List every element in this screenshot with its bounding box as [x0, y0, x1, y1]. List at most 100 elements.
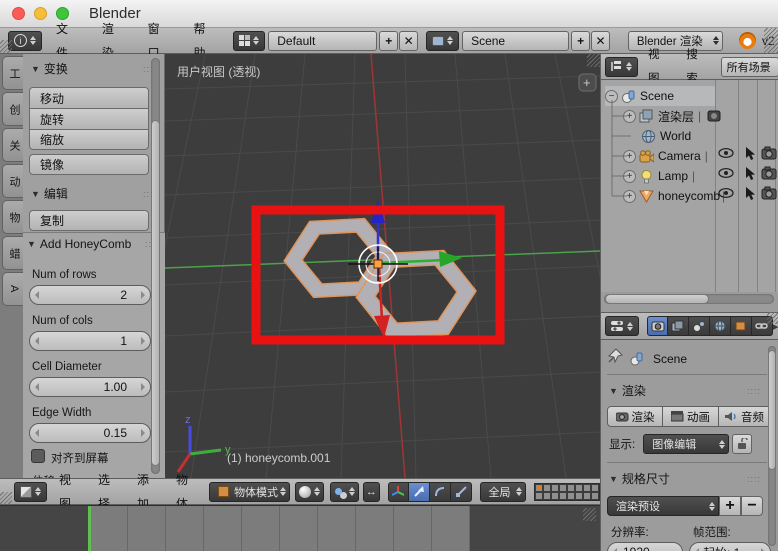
mirror-button[interactable]: 镜像 — [29, 154, 149, 175]
minimize-window-button[interactable] — [34, 7, 47, 20]
panel-drag-dots[interactable]: :::: — [747, 474, 761, 484]
outliner-item-lamp[interactable]: + Lamp | — [623, 166, 695, 186]
slider-right-arrow-icon[interactable] — [141, 429, 145, 437]
properties-scrollbar-thumb[interactable] — [768, 350, 776, 470]
tab-animation[interactable]: 动 — [2, 164, 23, 198]
add-layout-button[interactable]: + — [379, 30, 399, 51]
tab-world[interactable] — [710, 316, 731, 336]
layer-cell-active[interactable] — [534, 483, 543, 492]
panel-header-edit[interactable]: ▼ 编辑 :::: — [31, 185, 157, 202]
display-mode-dropdown[interactable]: 图像编辑 — [643, 434, 730, 454]
corner-resize-handle[interactable] — [767, 312, 778, 324]
timeline-playhead[interactable] — [88, 506, 91, 551]
select-toggle-cursor-icon[interactable] — [743, 146, 757, 166]
tab-object[interactable] — [731, 316, 752, 336]
hide-toggle-eye-icon[interactable] — [717, 167, 735, 184]
viewport-canvas[interactable]: z y 用户视图 (透视) (1) honeycomb.001 + — [165, 54, 600, 478]
tab-relations[interactable]: 关 — [2, 128, 23, 162]
panel-header-transform[interactable]: ▼ 变换 :::: — [31, 60, 157, 77]
timeline-frame-range[interactable] — [90, 506, 470, 551]
tab-create[interactable]: 创 — [2, 92, 23, 126]
outliner-item-honeycomb[interactable]: + honeycomb | — [623, 186, 725, 206]
scene-selector[interactable] — [426, 30, 460, 51]
render-still-button[interactable]: 渲染 — [607, 406, 663, 427]
close-window-button[interactable] — [12, 7, 25, 20]
num-rows-slider[interactable]: 2 — [29, 285, 151, 305]
tab-render-layers[interactable] — [668, 316, 689, 336]
add-scene-button[interactable]: + — [571, 30, 591, 51]
corner-resize-handle[interactable] — [587, 54, 600, 67]
hide-toggle-eye-icon[interactable] — [717, 187, 735, 204]
tab-addons[interactable]: A — [2, 272, 23, 306]
corner-resize-handle[interactable] — [764, 28, 778, 54]
manipulator-axis-toggle[interactable] — [387, 481, 409, 502]
cell-diameter-slider[interactable]: 1.00 — [29, 377, 151, 397]
panel-drag-dots[interactable]: :::: — [747, 386, 761, 396]
panel-header-add-honeycomb[interactable]: ▼ Add HoneyComb :::: — [27, 237, 159, 251]
mode-dropdown[interactable]: 物体模式 — [209, 481, 291, 502]
edge-width-slider[interactable]: 0.15 — [29, 423, 151, 443]
manipulator-scale-toggle[interactable] — [450, 481, 472, 502]
num-cols-slider[interactable]: 1 — [29, 331, 151, 351]
outliner-item-world[interactable]: World — [641, 126, 691, 146]
resolution-x-slider[interactable]: 1920 — [607, 542, 683, 551]
outliner-hscrollbar-thumb[interactable] — [605, 294, 709, 304]
delete-scene-button[interactable]: ✕ — [591, 30, 610, 51]
panel-header-render[interactable]: ▼ 渲染 :::: — [609, 382, 761, 399]
render-result-icon[interactable] — [707, 109, 722, 124]
scene-name-field[interactable]: Scene — [462, 30, 570, 51]
slider-right-arrow-icon[interactable] — [141, 383, 145, 391]
outliner-item-camera[interactable]: + Camera | — [623, 146, 708, 166]
render-toggle-camera-icon[interactable] — [761, 186, 778, 205]
frame-start-slider[interactable]: 起始: 1 — [689, 542, 771, 551]
outliner-display-filter[interactable]: 所有场景 — [720, 56, 778, 77]
manipulate-centers-toggle[interactable]: ↔ — [363, 481, 380, 502]
tab-render[interactable] — [647, 316, 668, 336]
corner-resize-handle[interactable] — [0, 492, 12, 506]
viewport-shading-dropdown[interactable] — [295, 481, 325, 502]
slider-right-arrow-icon[interactable] — [141, 291, 145, 299]
align-to-view-checkbox[interactable] — [31, 449, 45, 463]
lock-interface-button[interactable] — [732, 434, 753, 454]
select-toggle-cursor-icon[interactable] — [743, 166, 757, 186]
select-toggle-cursor-icon[interactable] — [743, 186, 757, 206]
render-toggle-camera-icon[interactable] — [761, 166, 778, 185]
screen-layout-field[interactable]: Default — [268, 30, 378, 51]
translate-button[interactable]: 移动 — [29, 87, 149, 108]
screen-layout-selector[interactable] — [233, 30, 266, 51]
scale-button[interactable]: 缩放 — [29, 129, 149, 150]
outliner-item-renderlayers[interactable]: + 渲染层 | — [623, 106, 726, 126]
pivot-point-dropdown[interactable] — [330, 481, 360, 502]
remove-preset-button[interactable]: − — [741, 496, 763, 516]
editor-type-selector-info[interactable]: i — [8, 30, 42, 51]
render-toggle-camera-icon[interactable] — [761, 146, 778, 165]
editor-type-selector-3dview[interactable] — [14, 481, 47, 502]
transform-orientation-dropdown[interactable]: 全局 — [479, 481, 526, 502]
duplicate-button[interactable]: 复制 — [29, 210, 149, 231]
n-panel-toggle-button[interactable]: + — [578, 73, 597, 92]
editor-type-selector-outliner[interactable] — [605, 56, 638, 77]
corner-resize-handle[interactable] — [583, 508, 596, 521]
editor-type-selector-properties[interactable] — [605, 316, 639, 336]
delete-layout-button[interactable]: ✕ — [399, 30, 419, 51]
slider-right-arrow-icon[interactable] — [141, 337, 145, 345]
timeline-editor[interactable] — [0, 505, 600, 551]
tab-tools[interactable]: 工 — [2, 56, 23, 90]
add-preset-button[interactable]: + — [719, 496, 741, 516]
pin-icon[interactable] — [607, 348, 623, 369]
layers-grid[interactable] — [533, 482, 600, 501]
outliner-hscrollbar[interactable] — [601, 292, 778, 306]
panel-header-dimensions[interactable]: ▼ 规格尺寸 :::: — [609, 470, 761, 487]
tab-scene[interactable] — [689, 316, 710, 336]
tab-physics[interactable]: 物 — [2, 200, 23, 234]
viewport-3d[interactable]: z y 用户视图 (透视) (1) honeycomb.001 + — [165, 54, 600, 478]
render-audio-button[interactable]: 音频 — [719, 406, 771, 427]
corner-resize-handle[interactable] — [0, 40, 12, 53]
render-presets-dropdown[interactable]: 渲染预设 — [607, 496, 719, 516]
manipulator-translate-toggle[interactable] — [408, 481, 430, 502]
manipulator-rotate-toggle[interactable] — [429, 481, 451, 502]
render-animation-button[interactable]: 动画 — [663, 406, 719, 427]
toolshelf-scrollbar-thumb[interactable] — [151, 120, 160, 466]
hide-toggle-eye-icon[interactable] — [717, 147, 735, 164]
tab-grease-pencil[interactable]: 蜡 — [2, 236, 23, 270]
